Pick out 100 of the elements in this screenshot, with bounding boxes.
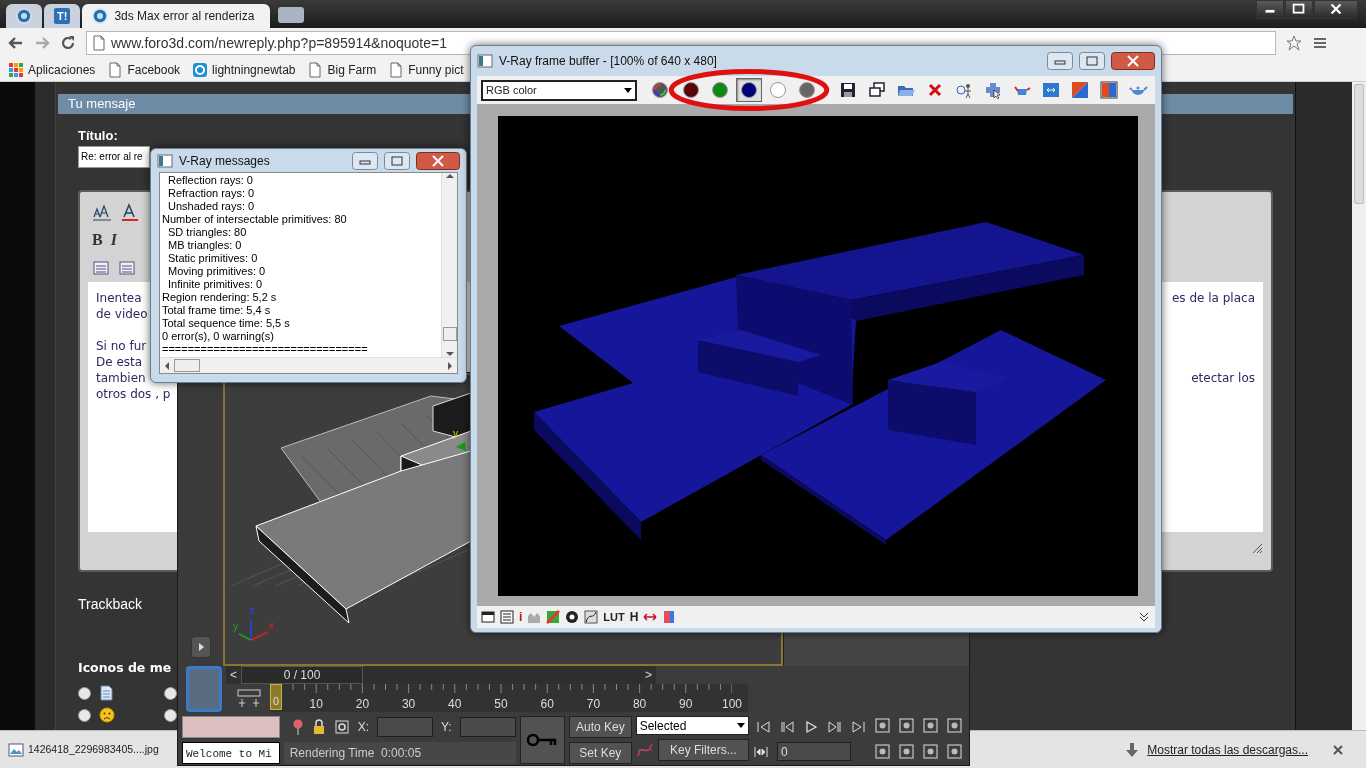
title-field[interactable]: Re: error al re	[78, 145, 150, 168]
resize-grip-icon[interactable]	[1251, 541, 1263, 554]
scrollbar-thumb[interactable]	[174, 359, 200, 372]
maximize-button[interactable]	[384, 151, 410, 170]
vertical-scrollbar[interactable]	[441, 173, 457, 357]
frame-spinner[interactable]: 0	[777, 742, 851, 761]
horizontal-scrollbar[interactable]	[160, 357, 457, 373]
radio-button[interactable]	[164, 708, 177, 722]
lut-button[interactable]: LUT	[603, 608, 625, 626]
expand-icon[interactable]	[1137, 610, 1151, 624]
listener-field[interactable]: Welcome to Mi	[182, 742, 280, 764]
channel-dropdown[interactable]: RGB color	[481, 79, 638, 101]
history-icon[interactable]	[500, 610, 514, 624]
message-text: de video	[96, 305, 148, 322]
time-config-icon[interactable]	[873, 742, 893, 762]
window-icon[interactable]	[481, 610, 495, 624]
close-button[interactable]	[1314, 0, 1358, 19]
bookmark-link[interactable]: Funny pict	[388, 60, 464, 79]
curves-icon[interactable]	[584, 610, 599, 624]
page-scrollbar[interactable]	[1352, 82, 1366, 730]
previous-frame-button[interactable]: <	[226, 666, 241, 684]
radio-button[interactable]	[164, 686, 177, 700]
bookmark-link[interactable]: Facebook	[107, 60, 181, 79]
bookmark-link[interactable]: lightningnewtab	[192, 60, 296, 79]
new-tab-button[interactable]	[278, 7, 305, 23]
log-line: Infinite primitives: 0	[167, 278, 264, 291]
message-text: tambien	[96, 369, 146, 386]
page-icon	[388, 61, 405, 78]
log-line: Unshaded rays: 0	[167, 200, 256, 213]
next-frame-button[interactable]: >	[641, 666, 657, 684]
selection-center-icon[interactable]	[333, 719, 350, 735]
circle-icon	[682, 81, 700, 99]
x-label: X:	[357, 719, 370, 736]
x-field[interactable]	[377, 717, 434, 737]
star-icon[interactable]	[1286, 35, 1302, 51]
y-field[interactable]	[459, 717, 516, 737]
close-button[interactable]	[416, 151, 460, 170]
format-button[interactable]: B	[92, 227, 103, 252]
exposure-icon[interactable]	[565, 610, 580, 624]
scroll-arrow-icon[interactable]	[445, 173, 454, 179]
h-button[interactable]: H	[629, 608, 639, 626]
zoom-icon[interactable]	[873, 716, 893, 736]
scroll-arrow-icon[interactable]	[164, 361, 170, 370]
download-item[interactable]: 1426418_2296983405....jpg	[8, 741, 159, 758]
key-filters-button[interactable]: Key Filters...	[657, 739, 749, 761]
reload-icon[interactable]	[60, 35, 76, 51]
orbit-icon[interactable]	[945, 742, 965, 762]
restore-button[interactable]	[1285, 0, 1313, 19]
pan-icon[interactable]	[921, 742, 941, 762]
message-text: etectar los	[1191, 369, 1255, 386]
font-color-icon[interactable]	[120, 202, 140, 221]
lock-icon[interactable]	[311, 719, 326, 735]
auto-key-button[interactable]: Auto Key	[569, 716, 632, 738]
key-mode-dropdown[interactable]: Selected	[635, 716, 749, 735]
circle-icon	[769, 81, 787, 99]
back-icon[interactable]	[8, 35, 24, 51]
browser-tab[interactable]: T!	[44, 4, 81, 28]
listener-output-field[interactable]	[182, 716, 280, 738]
radio-button[interactable]	[78, 708, 91, 722]
close-icon[interactable]	[1332, 743, 1344, 756]
zoom-all-icon[interactable]	[897, 716, 917, 736]
log-line: Total sequence time: 5,5 s	[162, 317, 291, 330]
axis-label: y	[453, 429, 458, 439]
set-key-mode-button[interactable]	[519, 716, 565, 764]
zoom-extents-icon[interactable]	[921, 716, 941, 736]
maximize-button[interactable]	[1079, 52, 1105, 70]
scrollbar-thumb[interactable]	[1354, 84, 1364, 204]
tick-label: 20	[355, 696, 370, 713]
axis-gizmo-icon	[237, 617, 269, 641]
bookmark-link[interactable]: Big Farm	[307, 60, 377, 79]
minimize-button[interactable]	[1256, 0, 1284, 19]
y-label: Y:	[441, 719, 452, 736]
bookmark-link[interactable]: Aplicaciones	[8, 60, 96, 79]
pin-icon[interactable]	[291, 719, 304, 735]
format-button[interactable]: I	[110, 227, 117, 252]
menu-icon[interactable]	[1312, 35, 1328, 51]
tick-label: 70	[586, 696, 601, 713]
show-downloads-link[interactable]: Mostrar todas las descargas...	[1147, 740, 1308, 759]
page-icon	[107, 61, 124, 78]
close-button[interactable]	[1111, 52, 1155, 70]
apps-grid-icon	[8, 61, 24, 78]
set-key-button[interactable]: Set Key	[569, 742, 632, 764]
timeline-track[interactable]: 0 10 20 30 40 50 60 70 80 90 100	[270, 684, 748, 712]
section-heading: Iconos de me	[78, 659, 172, 675]
log-line: Reflection rays: 0	[167, 174, 254, 187]
field-of-view-icon[interactable]	[897, 742, 917, 762]
browser-tab[interactable]: 3ds Max error al renderiza	[82, 4, 271, 28]
axis-label: y	[233, 622, 238, 632]
stamp-icon[interactable]	[662, 610, 677, 624]
radio-button[interactable]	[78, 686, 91, 700]
browser-tab[interactable]	[6, 4, 42, 28]
frame-counter[interactable]: 0 / 100	[241, 666, 363, 684]
list-icon[interactable]	[118, 259, 136, 276]
table-icon[interactable]	[92, 259, 110, 276]
font-size-icon[interactable]	[92, 202, 112, 221]
scrollbar-thumb[interactable]	[442, 327, 457, 341]
zoom-extents-all-icon[interactable]	[945, 716, 965, 736]
play-button[interactable]	[190, 636, 211, 658]
page-icon	[307, 61, 324, 78]
color-correction-icon[interactable]	[546, 610, 561, 624]
